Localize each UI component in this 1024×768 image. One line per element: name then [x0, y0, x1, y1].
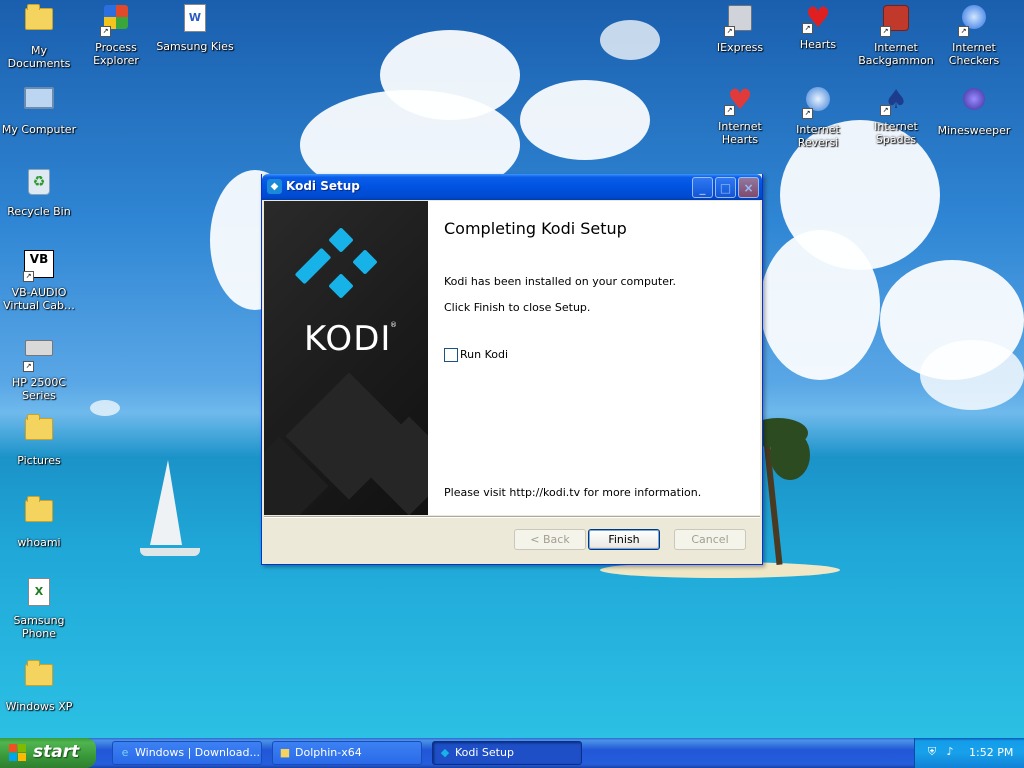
kodi-icon: ◆	[440, 746, 450, 759]
taskbar-item-kodi-setup[interactable]: ◆ Kodi Setup	[432, 741, 582, 765]
desktop-icon-minesweeper[interactable]: Minesweeper	[935, 84, 1013, 137]
folder-icon	[23, 660, 55, 696]
kodi-setup-dialog: ◆ Kodi Setup _ □ × KODI ® Completing Kod…	[261, 174, 763, 565]
window-title: Kodi Setup	[286, 179, 360, 193]
desktop-icon-my-documents[interactable]: My Documents	[0, 2, 78, 70]
kodi-icon: ◆	[267, 179, 282, 194]
desktop-icon-internet-spades[interactable]: ♠ ↗ Internet Spades	[857, 84, 935, 146]
internet-checkers-icon: ↗	[958, 5, 990, 37]
divider	[264, 516, 760, 518]
start-button[interactable]: start	[0, 738, 96, 768]
clock[interactable]: 1:52 PM	[969, 746, 1013, 759]
iexpress-icon: ↗	[724, 5, 756, 37]
volume-icon[interactable]: ♪	[943, 745, 957, 759]
desktop-icon-internet-reversi[interactable]: ↗ Internet Reversi	[779, 84, 857, 149]
hearts-icon: ♥ ↗	[802, 2, 834, 34]
my-computer-icon	[23, 87, 55, 119]
desktop-icon-whoami[interactable]: whoami	[0, 494, 78, 549]
kodi-logo-text: KODI	[304, 319, 392, 359]
minimize-button[interactable]: _	[692, 177, 713, 198]
back-button[interactable]: < Back	[514, 529, 586, 550]
desktop-icon-recycle-bin[interactable]: ♻ Recycle Bin	[0, 166, 78, 218]
folder-icon	[23, 496, 55, 532]
visit-message: Please visit http://kodi.tv for more inf…	[444, 486, 702, 499]
system-tray: ⛨ ♪ 1:52 PM	[914, 738, 1024, 768]
printer-icon: ↗	[23, 340, 55, 372]
desktop-icon-pictures[interactable]: Pictures	[0, 412, 78, 467]
finish-button[interactable]: Finish	[588, 529, 660, 550]
desktop-icon-my-computer[interactable]: My Computer	[0, 84, 78, 136]
cancel-button[interactable]: Cancel	[674, 529, 746, 550]
internet-spades-icon: ♠ ↗	[880, 84, 912, 116]
process-explorer-icon: ↗	[100, 5, 132, 37]
taskbar-item-dolphin[interactable]: ■ Dolphin-x64	[272, 741, 422, 765]
title-bar[interactable]: ◆ Kodi Setup _ □ ×	[262, 174, 762, 200]
folder-icon	[23, 414, 55, 450]
maximize-button[interactable]: □	[715, 177, 736, 198]
installed-message: Kodi has been installed on your computer…	[444, 275, 676, 288]
desktop-icon-internet-hearts[interactable]: ♥ ↗ Internet Hearts	[701, 84, 779, 147]
registered-mark: ®	[390, 321, 397, 329]
internet-backgammon-icon: ↗	[880, 5, 912, 37]
minesweeper-icon	[958, 88, 990, 120]
finish-instruction: Click Finish to close Setup.	[444, 301, 591, 314]
run-kodi-label[interactable]: Run Kodi	[460, 348, 508, 361]
desktop-icon-process-explorer[interactable]: ↗ Process Explorer	[77, 2, 155, 67]
desktop-icon-windows-xp[interactable]: Windows XP	[0, 658, 78, 713]
desktop-icon-internet-checkers[interactable]: ↗ Internet Checkers	[935, 2, 1013, 67]
excel-file-icon: X	[23, 578, 55, 610]
desktop-icon-samsung-kies[interactable]: W Samsung Kies	[156, 2, 234, 53]
desktop-icon-vb-audio[interactable]: VB ↗ VB-AUDIO Virtual Cab…	[0, 248, 78, 312]
page-title: Completing Kodi Setup	[444, 219, 627, 238]
sailboat	[150, 460, 182, 545]
desktop: My Documents My Computer ♻ Recycle Bin V…	[0, 0, 1024, 738]
windows-logo-icon	[9, 744, 27, 762]
close-button[interactable]: ×	[738, 177, 759, 198]
taskbar: start e Windows | Download... ■ Dolphin-…	[0, 738, 1024, 768]
kodi-banner: KODI ®	[264, 201, 428, 515]
vb-audio-icon: VB ↗	[23, 250, 55, 282]
internet-reversi-icon: ↗	[802, 87, 834, 119]
my-documents-icon	[23, 4, 55, 40]
desktop-icon-internet-backgammon[interactable]: ↗ Internet Backgammon	[857, 2, 935, 67]
desktop-icon-hearts[interactable]: ♥ ↗ Hearts	[779, 2, 857, 52]
internet-hearts-icon: ♥ ↗	[724, 84, 756, 116]
dialog-content: KODI ® Completing Kodi Setup Kodi has be…	[264, 201, 760, 515]
ie-icon: e	[121, 746, 129, 759]
desktop-icon-iexpress[interactable]: ↗ IExpress	[701, 2, 779, 54]
run-kodi-checkbox[interactable]	[444, 348, 458, 362]
security-shield-icon[interactable]: ⛨	[925, 745, 939, 759]
start-label: start	[33, 742, 80, 762]
folder-icon: ■	[279, 746, 291, 759]
word-document-icon: W	[179, 4, 211, 36]
recycle-bin-icon: ♻	[23, 169, 55, 201]
taskbar-item-windows-download[interactable]: e Windows | Download...	[112, 741, 262, 765]
desktop-icon-samsung-phone[interactable]: X Samsung Phone	[0, 576, 78, 640]
desktop-icon-hp-printer[interactable]: ↗ HP 2500C Series	[0, 330, 78, 402]
